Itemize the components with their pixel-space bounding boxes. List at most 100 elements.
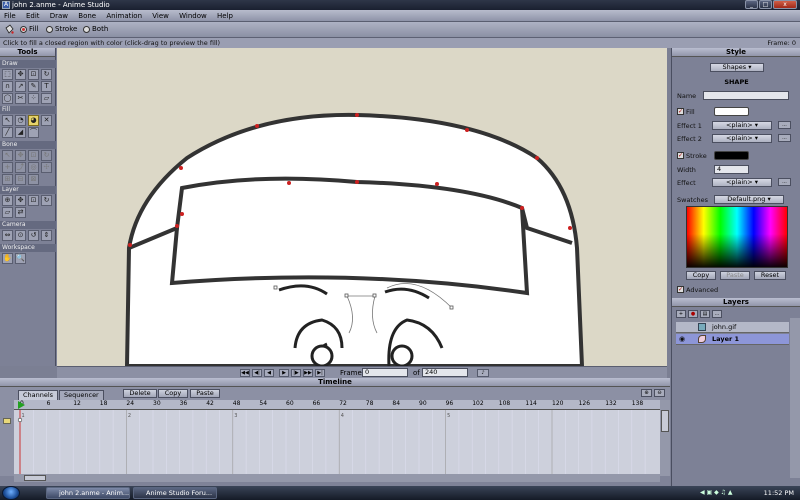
shear-layer-icon[interactable]: ▱ <box>2 207 13 218</box>
select-bone-icon[interactable]: ↖ <box>2 150 13 161</box>
add-bone-icon[interactable]: + <box>2 162 13 173</box>
perspective-icon[interactable]: ▱ <box>41 93 52 104</box>
layer-row-selected[interactable]: Layer 1 <box>676 334 789 345</box>
effect1-dropdown[interactable]: <plain> ▾ <box>712 121 772 130</box>
scale-bone-icon[interactable]: ⊡ <box>28 150 39 161</box>
pan-tilt-camera-icon[interactable]: ⇕ <box>41 230 52 241</box>
frame-ruler[interactable]: 0 6 12 18 24 30 36 42 48 54 60 66 72 78 84 90 96 102 108 11… <box>14 400 660 410</box>
menu-animation[interactable]: Animation <box>102 10 146 22</box>
fast-forward-button[interactable]: ▶▶ <box>303 369 313 377</box>
menu-help[interactable]: Help <box>213 10 237 22</box>
rotate-bone-icon[interactable]: ↻ <box>41 150 52 161</box>
layers-scrollbar[interactable] <box>790 318 800 478</box>
start-button[interactable] <box>2 486 20 500</box>
drawing-canvas[interactable] <box>57 48 667 366</box>
tab-sequencer[interactable]: Sequencer <box>59 390 104 400</box>
timeline-vertical-scrollbar[interactable] <box>660 400 670 476</box>
stroke-color-swatch[interactable] <box>714 151 749 160</box>
play-button[interactable]: ▶ <box>279 369 289 377</box>
effect2-more-button[interactable]: ... <box>778 134 791 142</box>
effect2-dropdown[interactable]: <plain> ▾ <box>712 134 772 143</box>
bind-points-icon[interactable]: ⊟ <box>15 174 26 185</box>
stroke-radio[interactable] <box>46 26 53 33</box>
select-points-icon[interactable]: ⬚ <box>2 69 13 80</box>
effect1-more-button[interactable]: ... <box>778 121 791 129</box>
menu-bone[interactable]: Bone <box>74 10 100 22</box>
hand-tool-icon[interactable]: ✋ <box>2 253 13 264</box>
delete-button[interactable]: Delete <box>123 389 157 398</box>
paint-bucket-icon[interactable]: ◕ <box>28 115 39 126</box>
layer-settings-icon[interactable]: … <box>712 310 722 318</box>
zoom-camera-icon[interactable]: ⊙ <box>15 230 26 241</box>
width-input[interactable]: 4 <box>714 165 749 174</box>
reparent-bone-icon[interactable]: ⤴ <box>15 162 26 173</box>
stroke-effect-more-button[interactable]: ... <box>778 178 791 186</box>
paste-button[interactable]: Paste <box>190 389 220 398</box>
duplicate-layer-icon[interactable]: ▤ <box>700 310 710 318</box>
switch-layer-icon[interactable]: ⇄ <box>15 207 26 218</box>
track-camera-icon[interactable]: ⇔ <box>2 230 13 241</box>
tab-channels[interactable]: Channels <box>18 390 59 400</box>
create-shape-icon[interactable]: ◔ <box>15 115 26 126</box>
menu-edit[interactable]: Edit <box>22 10 44 22</box>
timeline-tracks[interactable]: 1 2 3 4 5 <box>14 410 660 476</box>
delete-edge-icon[interactable]: ✂ <box>15 93 26 104</box>
style-paste-button[interactable]: Paste <box>720 271 750 280</box>
zoom-in-icon[interactable]: ⊕ <box>641 389 652 397</box>
timeline-horizontal-scrollbar[interactable] <box>14 474 660 482</box>
bone-strength-icon[interactable]: ◎ <box>28 162 39 173</box>
copy-button[interactable]: Copy <box>158 389 188 398</box>
shapes-dropdown[interactable]: Shapes ▾ <box>710 63 764 72</box>
scatter-icon[interactable]: ⁘ <box>28 93 39 104</box>
total-frames-input[interactable]: 240 <box>422 368 468 377</box>
delete-shape-icon[interactable]: ✕ <box>41 115 52 126</box>
taskbar-item-anime-studio[interactable]: john 2.anme - Anim... <box>46 487 130 499</box>
fill-radio[interactable] <box>20 26 27 33</box>
zoom-tool-icon[interactable]: 🔍 <box>15 253 26 264</box>
hscroll-thumb[interactable] <box>24 475 46 481</box>
translate-points-icon[interactable]: ✥ <box>15 69 26 80</box>
playhead-marker[interactable] <box>18 401 25 409</box>
rewind-button[interactable]: ◀◀ <box>240 369 250 377</box>
advanced-checkbox[interactable]: ✓ <box>677 286 684 293</box>
step-forward-button[interactable]: |▶ <box>291 369 301 377</box>
style-copy-button[interactable]: Copy <box>686 271 716 280</box>
zoom-out-icon[interactable]: ⊖ <box>654 389 665 397</box>
menu-view[interactable]: View <box>148 10 173 22</box>
style-reset-button[interactable]: Reset <box>754 271 786 280</box>
taskbar-item-browser[interactable]: Anime Studio Foru... <box>133 487 217 499</box>
freehand-icon[interactable]: ✎ <box>28 81 39 92</box>
maximize-button[interactable]: □ <box>759 0 772 9</box>
translate-bone-icon[interactable]: ✥ <box>15 150 26 161</box>
step-back-button[interactable]: ◀| <box>252 369 262 377</box>
name-input[interactable] <box>703 91 789 100</box>
bind-layer-icon[interactable]: ⊞ <box>2 174 13 185</box>
scroll-thumb[interactable] <box>661 410 669 432</box>
menu-draw[interactable]: Draw <box>46 10 72 22</box>
play-back-button[interactable]: ◀ <box>264 369 274 377</box>
frame-input[interactable]: 0 <box>362 368 408 377</box>
select-shape-icon[interactable]: ↖ <box>2 115 13 126</box>
hide-edge-icon[interactable]: ◢ <box>15 127 26 138</box>
speaker-icon[interactable]: ♪ <box>477 369 489 377</box>
add-point-icon[interactable]: ∩ <box>2 81 13 92</box>
end-button[interactable]: ▶| <box>315 369 325 377</box>
stroke-checkbox[interactable]: ✓ <box>677 152 684 159</box>
scale-layer-icon[interactable]: ⊡ <box>28 195 39 206</box>
curvature-icon[interactable]: ↗ <box>15 81 26 92</box>
swatches-dropdown[interactable]: Default.png ▾ <box>714 195 784 204</box>
stroke-exposure-icon[interactable]: ⌒ <box>28 127 39 138</box>
close-button[interactable]: x <box>773 0 797 9</box>
set-origin-icon[interactable]: ⊕ <box>2 195 13 206</box>
both-radio[interactable] <box>83 26 90 33</box>
tray-icons[interactable]: ◀ ▣ ◆ ♫ ▲ <box>700 489 755 497</box>
rotate-points-icon[interactable]: ↻ <box>41 69 52 80</box>
roll-camera-icon[interactable]: ↺ <box>28 230 39 241</box>
menu-file[interactable]: File <box>0 10 20 22</box>
shape-icon[interactable]: ◯ <box>2 93 13 104</box>
minimize-button[interactable]: _ <box>745 0 758 9</box>
offset-bone-icon[interactable]: ⊠ <box>28 174 39 185</box>
line-width-icon[interactable]: ╱ <box>2 127 13 138</box>
layer-row[interactable]: john.gif <box>676 322 789 333</box>
scale-points-icon[interactable]: ⊡ <box>28 69 39 80</box>
